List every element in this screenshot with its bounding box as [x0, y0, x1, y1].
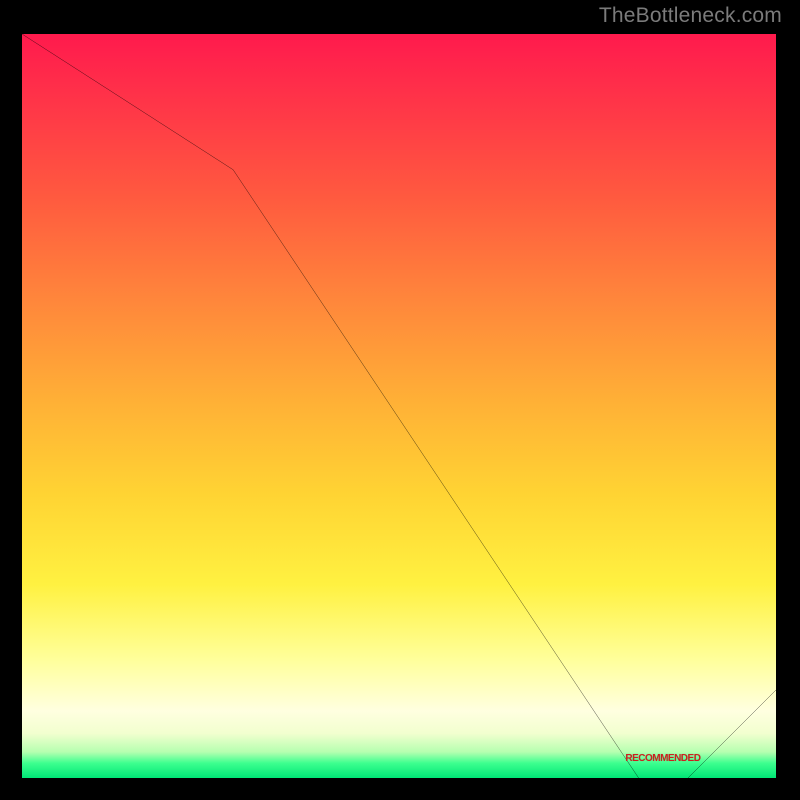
watermark-text: TheBottleneck.com	[599, 4, 782, 28]
plot-frame: RECOMMENDED	[18, 30, 780, 782]
chart-container: TheBottleneck.com RECOMMENDED	[0, 0, 800, 800]
plot-area: RECOMMENDED	[22, 34, 776, 778]
recommended-marker: RECOMMENDED	[625, 753, 700, 764]
line-series	[22, 34, 776, 778]
